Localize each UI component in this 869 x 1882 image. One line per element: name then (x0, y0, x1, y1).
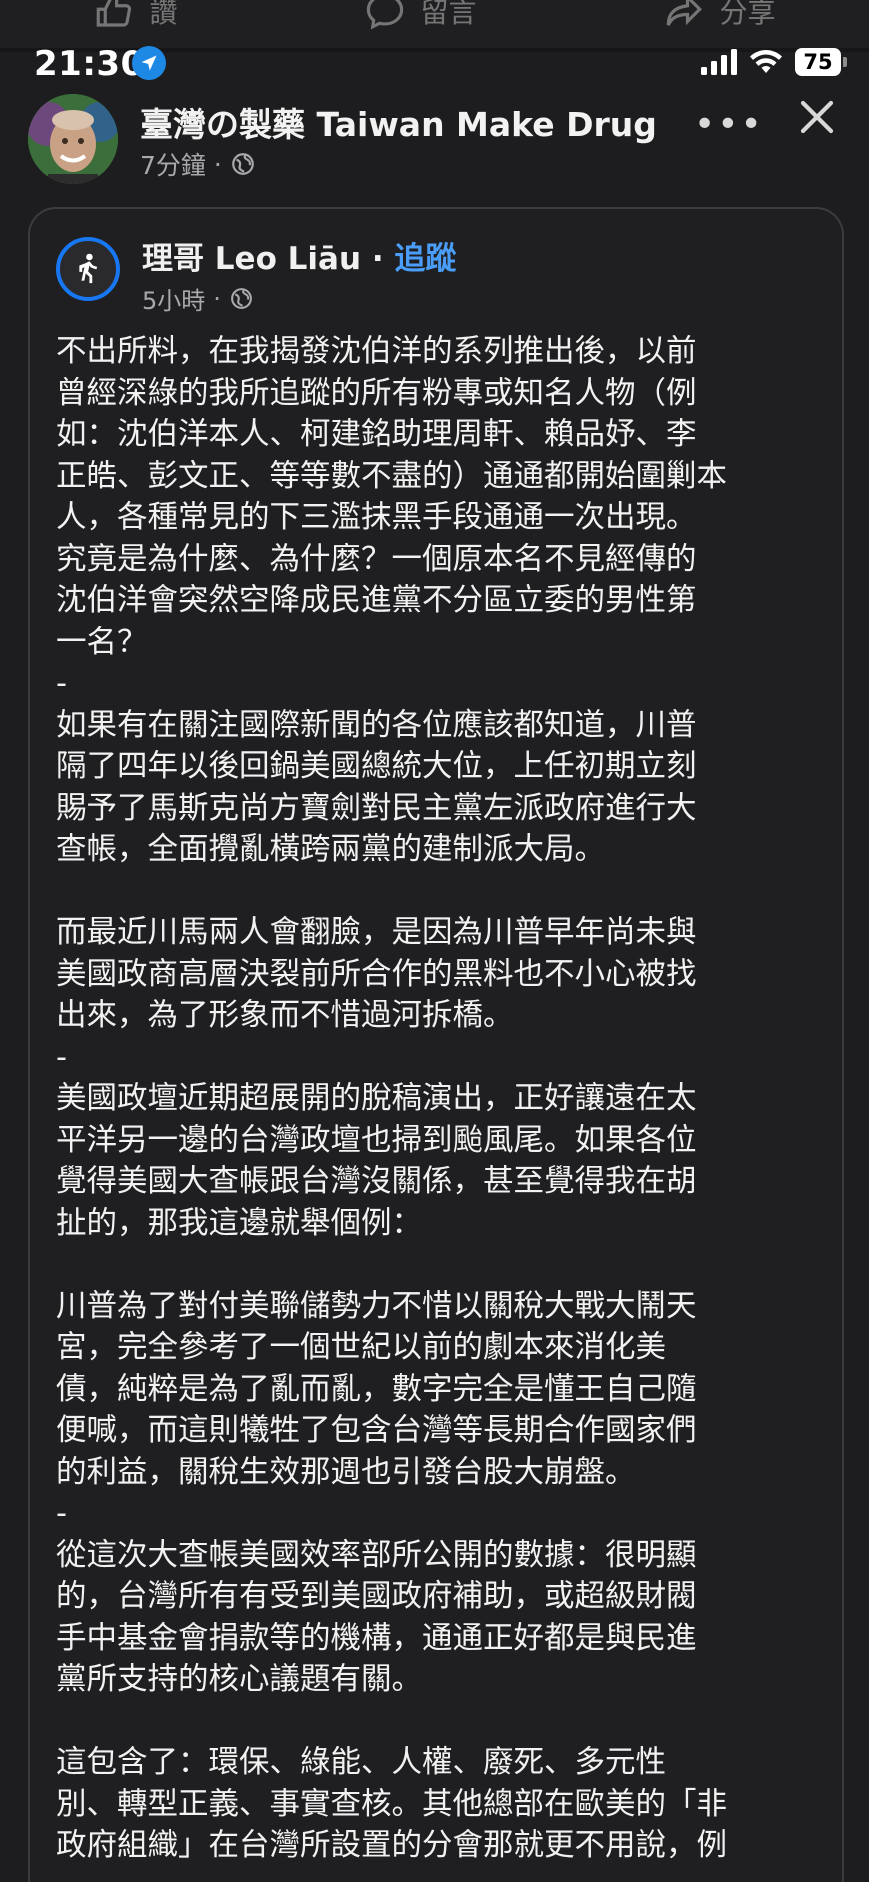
comment-label: 留言 (420, 0, 477, 29)
post-body-line: 政府組織」在台灣所設置的分會那就更不用說，例 (56, 1828, 727, 1863)
author-avatar[interactable] (56, 237, 120, 301)
post-body-line: 如：沈伯洋本人、柯建銘助理周軒、賴品妤、李 (56, 417, 697, 452)
post-body-line: 手中基金會捐款等的機構，通通正好都是與民進 (56, 1620, 697, 1656)
post-body-line: 美國政壇近期超展開的脫稿演出，正好讓遠在太 (56, 1081, 697, 1116)
post-body-line: 而最近川馬兩人會翻臉，是因為川普早年尚未與 (56, 915, 697, 950)
post-body-line: 債，純粹是為了亂而亂，數字完全是懂王自己隨 (56, 1371, 697, 1407)
post-body-line: 正皓、彭文正、等等數不盡的）通通都開始圍剿本 (56, 458, 727, 494)
wifi-icon (750, 50, 782, 73)
post-header: 臺灣の製藥 Taiwan Make Drug 7分鐘 · ••• (0, 88, 869, 188)
status-bar: 21:30 75 (0, 44, 869, 84)
author-separator: · (371, 241, 384, 277)
post-body-line: 查帳，全面攪亂橫跨兩黨的建制派大局。 (56, 832, 605, 867)
post-body-line: 川普為了對付美聯儲勢力不惜以關稅大戰大鬧天 (56, 1288, 697, 1324)
author-line: 理哥 Leo Liāu · 追蹤 (142, 233, 456, 278)
post-time[interactable]: 7分鐘 (140, 146, 206, 182)
post-body-line: 這包含了：環保、綠能、人權、廢死、多元性 (56, 1745, 666, 1780)
post-body-line: 覺得美國大查帳跟台灣沒關係，甚至覺得我在胡 (56, 1164, 697, 1199)
status-icons: 75 (701, 48, 847, 76)
post-body-line: 曾經深綠的我所追蹤的所有粉專或知名人物（例 (56, 375, 697, 411)
post-body-line (56, 1701, 826, 1743)
post-body-line: 平洋另一邊的台灣政壇也掃到颱風尾。如果各位 (56, 1122, 697, 1158)
like-button[interactable]: 讚 (93, 0, 178, 32)
post-meta: 7分鐘 · (140, 146, 256, 182)
page-avatar[interactable] (28, 94, 118, 184)
screen: { "action_bar": { "like_label": "讚", "co… (0, 0, 869, 1882)
post-body-line: 賜予了馬斯克尚方寶劍對民主黨左派政府進行大 (56, 790, 697, 826)
post-body-line: 不出所料，在我揭發沈伯洋的系列推出後，以前 (56, 334, 697, 369)
post-body-line: - (56, 1496, 68, 1531)
post-body-text: 不出所料，在我揭發沈伯洋的系列推出後，以前 曾經深綠的我所追蹤的所有粉專或知名人物… (56, 331, 826, 1867)
more-options-button[interactable]: ••• (694, 104, 764, 145)
post-body-line: 別、轉型正義、事實查核。其他總部在歐美的「非 (56, 1786, 727, 1822)
page-name[interactable]: 臺灣の製藥 Taiwan Make Drug (140, 98, 657, 146)
like-label: 讚 (149, 0, 178, 29)
post-body-line: 扯的，那我這邊就舉個例： (56, 1205, 422, 1241)
post-body-line: 黨所支持的核心議題有關。 (56, 1662, 422, 1697)
post-body-line: 的，台灣所有有受到美國政府補助，或超級財閥 (56, 1579, 697, 1614)
comment-button[interactable]: 留言 (364, 0, 477, 32)
post-body-line: 人，各種常見的下三濫抹黑手段通通一次出現。 (56, 500, 697, 535)
walking-person-icon (79, 253, 98, 284)
post-body-line: 沈伯洋會突然空降成民進黨不分區立委的男性第 (56, 583, 697, 618)
post-body-line: 的利益，關稅生效那週也引發台股大崩盤。 (56, 1454, 636, 1490)
post-body-line: - (56, 666, 68, 701)
post-body-line: 究竟是為什麼、為什麼？一個原本名不見經傳的 (56, 541, 697, 577)
post-body-line (56, 1244, 826, 1286)
post-body-line: 美國政商高層決裂前所合作的黑料也不小心被找 (56, 956, 697, 992)
post-body-line: 如果有在關注國際新聞的各位應該都知道，川普 (56, 707, 697, 743)
post-body-line: 宮，完全參考了一個世紀以前的劇本來消化美 (56, 1330, 666, 1365)
cellular-signal-icon (701, 49, 737, 75)
post-body-line: 便喊，而這則犧牲了包含台灣等長期合作國家們 (56, 1413, 697, 1448)
post-body-line: 從這次大查帳美國效率部所公開的數據：很明顯 (56, 1537, 697, 1573)
share-icon (667, 0, 703, 26)
post-body-line (56, 871, 826, 913)
shared-post-time[interactable]: 5小時 (142, 281, 205, 316)
post-body-line: 出來，為了形象而不惜過河拆橋。 (56, 998, 514, 1033)
globe-icon (231, 288, 252, 309)
post-body-line: - (56, 1039, 68, 1075)
location-arrow-icon (132, 46, 166, 80)
post-body-line: 隔了四年以後回鍋美國總統大位，上任初期立刻 (56, 749, 697, 784)
share-button[interactable]: 分享 (663, 0, 776, 32)
author-name[interactable]: 理哥 Leo Liāu (142, 241, 361, 277)
thumbs-up-icon (97, 0, 132, 27)
close-icon[interactable] (796, 96, 838, 138)
battery-indicator: 75 (795, 48, 847, 76)
follow-button[interactable]: 追蹤 (394, 241, 456, 277)
status-time: 21:30 (34, 44, 145, 84)
shared-post-meta: 5小時 · (142, 281, 254, 316)
shared-post-card[interactable]: 理哥 Leo Liāu · 追蹤 5小時 · 不出所料，在我揭發沈伯洋的系列推出… (28, 207, 844, 1882)
comment-icon (367, 0, 404, 30)
share-label: 分享 (719, 0, 776, 29)
globe-icon (232, 153, 254, 175)
post-body-line: 一名？ (56, 624, 148, 660)
